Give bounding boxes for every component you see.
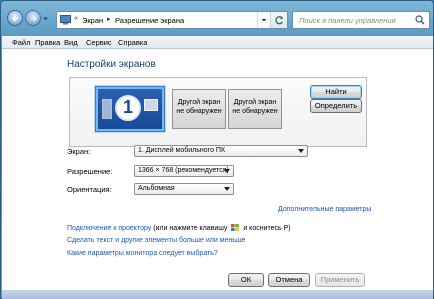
desktop-window-thumbnail	[144, 99, 158, 111]
back-button[interactable]	[7, 10, 23, 26]
resolution-select[interactable]: 1366 × 768 (рекомендуется)	[134, 165, 234, 177]
desktop-window-thumbnail	[102, 99, 112, 119]
orientation-label: Ориентация:	[67, 185, 112, 194]
search-placeholder[interactable]: Поиск в панели управления	[299, 16, 396, 25]
chevron-down-icon	[224, 187, 230, 191]
search-box[interactable]: Поиск в панели управления	[292, 11, 430, 29]
menu-tools[interactable]: Сервис	[86, 38, 112, 47]
monitor-not-detected-2[interactable]: Другой экран не обнаружен	[228, 89, 282, 129]
chevron-down-icon	[224, 169, 230, 173]
chevron-down-icon	[298, 149, 304, 153]
ok-button[interactable]: ОК	[228, 273, 264, 287]
menu-view[interactable]: Вид	[64, 38, 78, 47]
forward-arrow-icon	[31, 15, 38, 22]
projector-hint-start: (или нажмите клавишу	[151, 225, 230, 232]
forward-button[interactable]	[25, 10, 41, 26]
menu-file[interactable]: Файл	[12, 38, 30, 47]
breadcrumb-resolution[interactable]: Разрешение экрана	[115, 16, 184, 25]
back-arrow-icon	[11, 15, 18, 22]
window-bottom-border	[2, 290, 433, 299]
chevron-down-icon	[261, 19, 267, 22]
recent-pages-dropdown-icon[interactable]	[42, 15, 49, 22]
find-button[interactable]: Найти	[310, 85, 362, 99]
breadcrumb-arrow-icon[interactable]: ▸	[107, 15, 111, 23]
orientation-select[interactable]: Альбомная	[134, 183, 234, 195]
apply-button[interactable]: Применить	[315, 273, 365, 287]
projector-link[interactable]: Подключение к проектору	[67, 225, 151, 232]
monitor-not-detected-1[interactable]: Другой экран не обнаружен	[172, 89, 226, 129]
page-title: Настройки экранов	[67, 59, 156, 70]
address-dropdown-button[interactable]	[257, 12, 269, 28]
control-panel-icon	[60, 15, 71, 25]
breadcrumb-screen[interactable]: Экран	[82, 16, 103, 25]
refresh-icon	[275, 16, 284, 25]
screen-select-value: 1. Дисплей мобильного ПК	[138, 147, 226, 154]
menu-edit[interactable]: Правка	[35, 38, 60, 47]
advanced-settings-link[interactable]: Дополнительные параметры	[278, 206, 371, 213]
monitor-params-link[interactable]: Какие параметры монитора следует выбрать…	[67, 250, 218, 257]
breadcrumb-separator-icon[interactable]: «	[74, 15, 78, 22]
menu-help[interactable]: Справка	[118, 38, 147, 47]
text-size-link[interactable]: Сделать текст и другие элементы больше и…	[67, 237, 245, 244]
resolution-select-value: 1366 × 768 (рекомендуется)	[138, 167, 229, 174]
resolution-label: Разрешение:	[67, 167, 113, 176]
screen-select[interactable]: 1. Дисплей мобильного ПК	[134, 145, 308, 157]
monitor-1-selected[interactable]: 1	[95, 86, 165, 132]
search-icon[interactable]	[415, 15, 425, 25]
address-bar[interactable]: « Экран ▸ Разрешение экрана	[56, 11, 288, 29]
projector-hint-end: и коснитесь P)	[241, 225, 291, 232]
menu-bar: Файл Правка Вид Сервис Справка	[2, 36, 433, 49]
window-frame: « Экран ▸ Разрешение экрана Поиск в пане…	[0, 0, 434, 299]
cancel-button[interactable]: Отмена	[268, 273, 310, 287]
orientation-select-value: Альбомная	[138, 185, 175, 192]
windows-key-icon	[231, 224, 240, 231]
projector-row: Подключение к проектору (или нажмите кла…	[67, 224, 291, 232]
monitor-number-badge: 1	[115, 95, 141, 121]
main-content: Настройки экранов 1 Другой экран не обна…	[2, 49, 433, 299]
refresh-button[interactable]	[270, 12, 287, 28]
navigation-bar: « Экран ▸ Разрешение экрана Поиск в пане…	[1, 1, 433, 35]
detect-button[interactable]: Определить	[310, 99, 362, 113]
screen-label: Экран:	[67, 147, 91, 156]
